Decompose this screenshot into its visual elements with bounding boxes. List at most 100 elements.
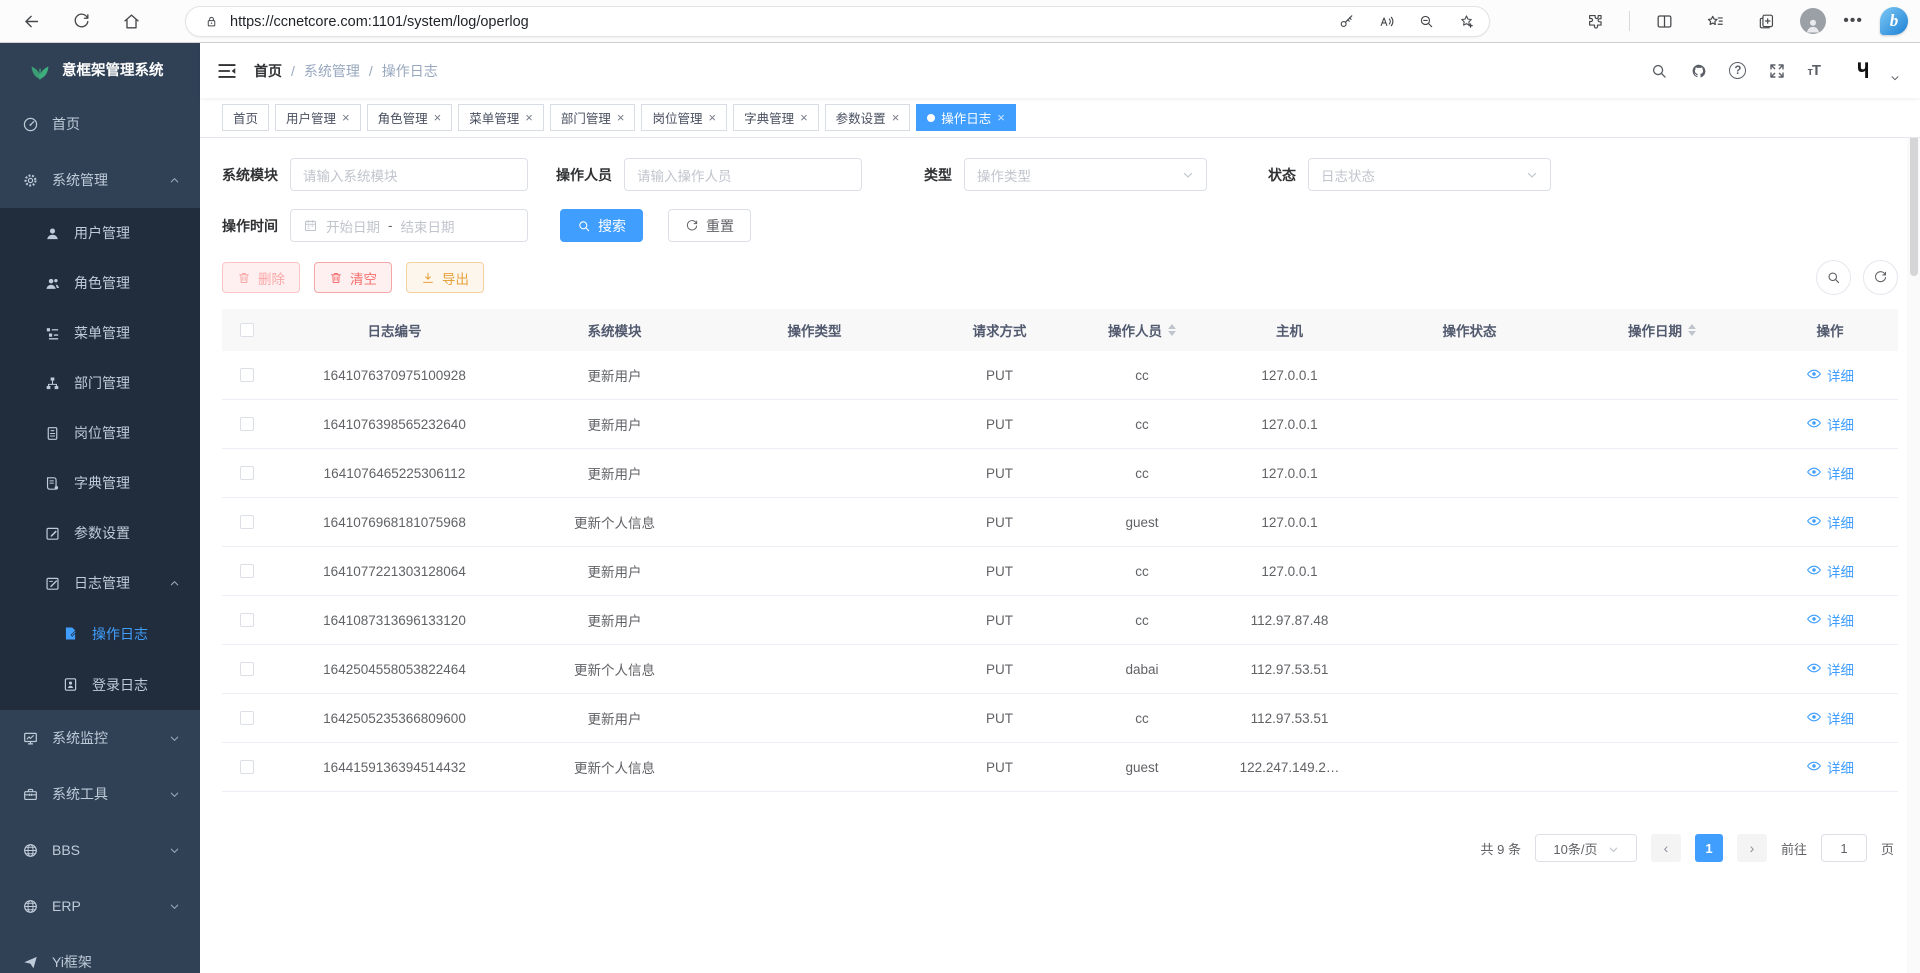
browser-home-button[interactable] [114,4,148,38]
row-checkbox[interactable] [240,466,254,480]
sort-icons[interactable] [1688,324,1696,336]
app-logo[interactable]: 意框架管理系统 [0,43,200,96]
search-button[interactable]: 搜索 [560,209,643,242]
row-checkbox[interactable] [240,564,254,578]
sidebar-item-oper-log[interactable]: 操作日志 [0,608,200,659]
row-checkbox[interactable] [240,368,254,382]
browser-profile-avatar[interactable] [1800,8,1826,34]
github-icon[interactable] [1689,61,1708,80]
sidebar-item-system-monitor[interactable]: 系统监控 [0,710,200,766]
delete-button[interactable]: 删除 [222,262,300,293]
clear-button[interactable]: 清空 [314,262,392,293]
header-search-icon[interactable] [1649,61,1668,80]
detail-link[interactable]: 详细 [1806,463,1854,483]
show-search-toggle-button[interactable] [1816,260,1851,295]
date-range-input[interactable]: 开始日期 - 结束日期 [290,209,528,242]
sidebar-item-dept-mgmt[interactable]: 部门管理 [0,358,200,408]
tab-岗位管理[interactable]: 岗位管理× [641,104,727,131]
add-favorite-icon[interactable] [1453,9,1479,35]
window-scrollbar[interactable] [1907,43,1920,973]
sidebar-item-system-tools[interactable]: 系统工具 [0,766,200,822]
breadcrumb-home[interactable]: 首页 [254,61,282,81]
type-select[interactable]: 操作类型 [964,158,1207,191]
sidebar-item-dict-mgmt[interactable]: 字典管理 [0,458,200,508]
browser-menu-icon[interactable]: ••• [1843,12,1863,30]
tab-菜单管理[interactable]: 菜单管理× [458,104,544,131]
sidebar-item-role-mgmt[interactable]: 角色管理 [0,258,200,308]
detail-link[interactable]: 详细 [1806,365,1854,385]
page-size-select[interactable]: 10条/页 [1535,834,1637,862]
close-tab-icon[interactable]: × [617,111,625,124]
tab-角色管理[interactable]: 角色管理× [367,104,453,131]
close-tab-icon[interactable]: × [800,111,808,124]
browser-back-button[interactable] [14,4,48,38]
split-screen-icon[interactable] [1647,4,1681,38]
bing-chat-icon[interactable]: b [1880,7,1908,35]
font-size-icon[interactable]: тT [1807,62,1820,79]
sidebar-item-system-mgmt[interactable]: 系统管理 [0,152,200,208]
sidebar-item-post-mgmt[interactable]: 岗位管理 [0,408,200,458]
browser-refresh-button[interactable] [64,4,98,38]
prev-page-button[interactable]: ‹ [1651,834,1681,862]
tab-操作日志[interactable]: 操作日志× [916,104,1016,131]
status-select[interactable]: 日志状态 [1308,158,1551,191]
sidebar-item-login-log[interactable]: 登录日志 [0,659,200,710]
row-checkbox[interactable] [240,760,254,774]
sidebar-item-erp[interactable]: ERP [0,878,200,934]
help-icon[interactable]: ? [1729,62,1746,79]
tab-用户管理[interactable]: 用户管理× [275,104,361,131]
sidebar-item-user-mgmt[interactable]: 用户管理 [0,208,200,258]
sidebar-item-menu-mgmt[interactable]: 菜单管理 [0,308,200,358]
row-checkbox[interactable] [240,515,254,529]
detail-link[interactable]: 详细 [1806,512,1854,532]
page-number-1[interactable]: 1 [1695,834,1723,862]
close-tab-icon[interactable]: × [892,111,900,124]
zoom-out-icon[interactable] [1413,9,1439,35]
chevron-down-icon[interactable] [1890,70,1900,80]
reset-button[interactable]: 重置 [668,209,751,242]
row-checkbox[interactable] [240,662,254,676]
password-key-icon[interactable] [1333,9,1359,35]
export-button[interactable]: 导出 [406,262,484,293]
sort-icons[interactable] [1168,324,1176,336]
close-tab-icon[interactable]: × [708,111,716,124]
refresh-table-button[interactable] [1863,260,1898,295]
module-input[interactable]: 请输入系统模块 [290,158,528,191]
select-all-checkbox[interactable] [240,323,254,337]
detail-link[interactable]: 详细 [1806,708,1854,728]
row-checkbox[interactable] [240,613,254,627]
tab-字典管理[interactable]: 字典管理× [733,104,819,131]
detail-link[interactable]: 详细 [1806,659,1854,679]
tab-首页[interactable]: 首页 [222,104,269,131]
sidebar-item-param-settings[interactable]: 参数设置 [0,508,200,558]
fullscreen-icon[interactable] [1767,61,1786,80]
read-aloud-icon[interactable] [1373,9,1399,35]
tab-部门管理[interactable]: 部门管理× [550,104,636,131]
close-tab-icon[interactable]: × [434,111,442,124]
close-tab-icon[interactable]: × [525,111,533,124]
row-checkbox[interactable] [240,417,254,431]
detail-link[interactable]: 详细 [1806,561,1854,581]
close-tab-icon[interactable]: × [997,111,1005,124]
sidebar-item-log-mgmt[interactable]: 日志管理 [0,558,200,608]
favorites-icon[interactable] [1698,4,1732,38]
sidebar-item-yi-framework[interactable]: Yi框架 [0,934,200,973]
column-header-oper[interactable]: 操作人员 [1082,320,1202,340]
goto-page-input[interactable]: 1 [1821,834,1867,862]
detail-link[interactable]: 详细 [1806,757,1854,777]
sidebar-item-bbs[interactable]: BBS [0,822,200,878]
operator-input[interactable]: 请输入操作人员 [624,158,862,191]
column-header-date[interactable]: 操作日期 [1562,320,1762,340]
address-bar[interactable]: https://ccnetcore.com:1101/system/log/op… [185,6,1490,37]
sidebar-item-home[interactable]: 首页 [0,96,200,152]
extensions-icon[interactable] [1578,4,1612,38]
next-page-button[interactable]: › [1737,834,1767,862]
collections-icon[interactable] [1749,4,1783,38]
detail-link[interactable]: 详细 [1806,610,1854,630]
detail-link[interactable]: 详细 [1806,414,1854,434]
row-checkbox[interactable] [240,711,254,725]
user-avatar[interactable]: Ч [1847,56,1877,86]
collapse-sidebar-icon[interactable] [216,60,238,82]
close-tab-icon[interactable]: × [342,111,350,124]
tab-参数设置[interactable]: 参数设置× [825,104,911,131]
